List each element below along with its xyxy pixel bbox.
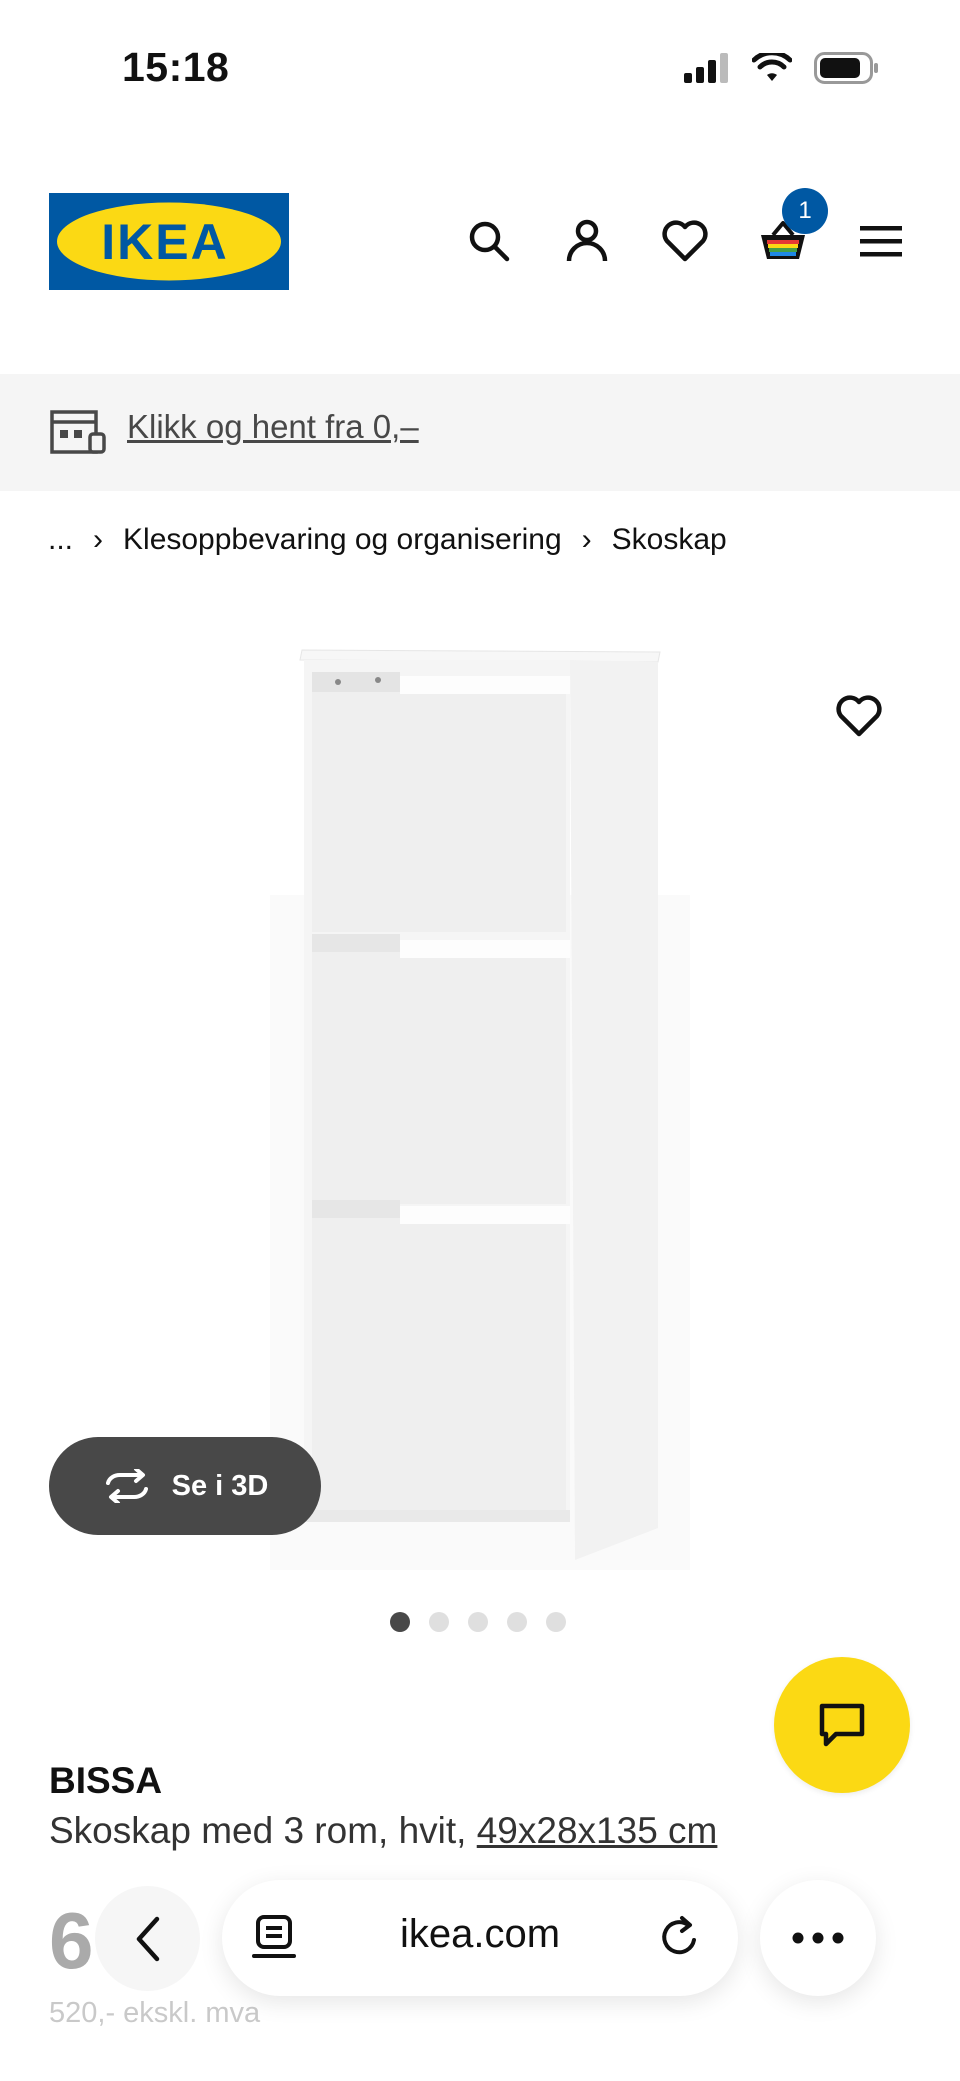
menu-button[interactable] [832, 210, 930, 272]
view-in-3d-label: Se i 3D [171, 1469, 269, 1502]
search-button[interactable] [440, 210, 538, 272]
carousel-dot[interactable] [546, 1612, 566, 1632]
cellular-signal-icon [684, 53, 730, 88]
add-to-favourites-button[interactable] [836, 695, 882, 742]
more-options-button[interactable] [760, 1880, 876, 1996]
browser-back-button[interactable] [95, 1886, 200, 1991]
more-dots-icon [792, 1932, 844, 1944]
search-icon [469, 221, 510, 262]
status-time: 15:18 [122, 44, 230, 90]
product-dimensions-link[interactable]: 49x28x135 cm [477, 1810, 718, 1851]
product-name: BISSA [49, 1760, 163, 1801]
heart-icon [662, 220, 708, 262]
header-actions: 1 [440, 188, 930, 272]
view-in-3d-button[interactable]: Se i 3D [49, 1437, 321, 1535]
price-excl-vat: 520,- ekskl. mva [49, 1997, 261, 2029]
chevron-left-icon [136, 1916, 159, 1961]
cart-button[interactable]: 1 [734, 188, 832, 272]
click-collect-banner: Klikk og hent fra 0,– [0, 374, 960, 491]
carousel-dot[interactable] [390, 1612, 410, 1632]
cart-count-badge: 1 [782, 188, 828, 234]
product-image[interactable] [240, 630, 690, 1570]
address-bar[interactable]: ikea.com [222, 1880, 738, 1996]
battery-icon [814, 52, 880, 89]
carousel-dot[interactable] [429, 1612, 449, 1632]
account-button[interactable] [538, 210, 636, 272]
status-icons [684, 50, 880, 89]
product-description-text: Skoskap med 3 rom, hvit, [49, 1810, 477, 1851]
breadcrumb-ellipsis[interactable]: ... [48, 523, 73, 557]
store-pickup-icon [50, 410, 106, 459]
heart-icon [836, 695, 882, 737]
wifi-icon [751, 50, 793, 88]
logo-text: IKEA [101, 214, 228, 270]
breadcrumb-item-skoskap[interactable]: Skoskap [612, 523, 727, 557]
carousel-dot[interactable] [507, 1612, 527, 1632]
breadcrumb-item-klesoppbevaring[interactable]: Klesoppbevaring og organisering [123, 523, 562, 557]
breadcrumb: ... › Klesoppbevaring og organisering › … [48, 523, 727, 557]
hamburger-menu-icon [860, 226, 902, 257]
user-icon [566, 219, 608, 262]
chat-button[interactable] [774, 1657, 910, 1793]
ikea-logo[interactable]: IKEA [49, 193, 289, 290]
carousel-dot[interactable] [468, 1612, 488, 1632]
rotate-3d-icon [105, 1469, 148, 1503]
chevron-right-icon: › [581, 523, 592, 556]
chat-bubble-icon [819, 1703, 865, 1747]
product-description: Skoskap med 3 rom, hvit, 49x28x135 cm [49, 1810, 717, 1852]
favourites-button[interactable] [636, 210, 734, 272]
chevron-right-icon: › [93, 523, 104, 556]
click-collect-link[interactable]: Klikk og hent fra 0,– [127, 408, 419, 446]
image-carousel-dots [390, 1612, 566, 1632]
product-price: 6 [49, 1896, 94, 1985]
reload-icon[interactable] [658, 1914, 702, 1965]
